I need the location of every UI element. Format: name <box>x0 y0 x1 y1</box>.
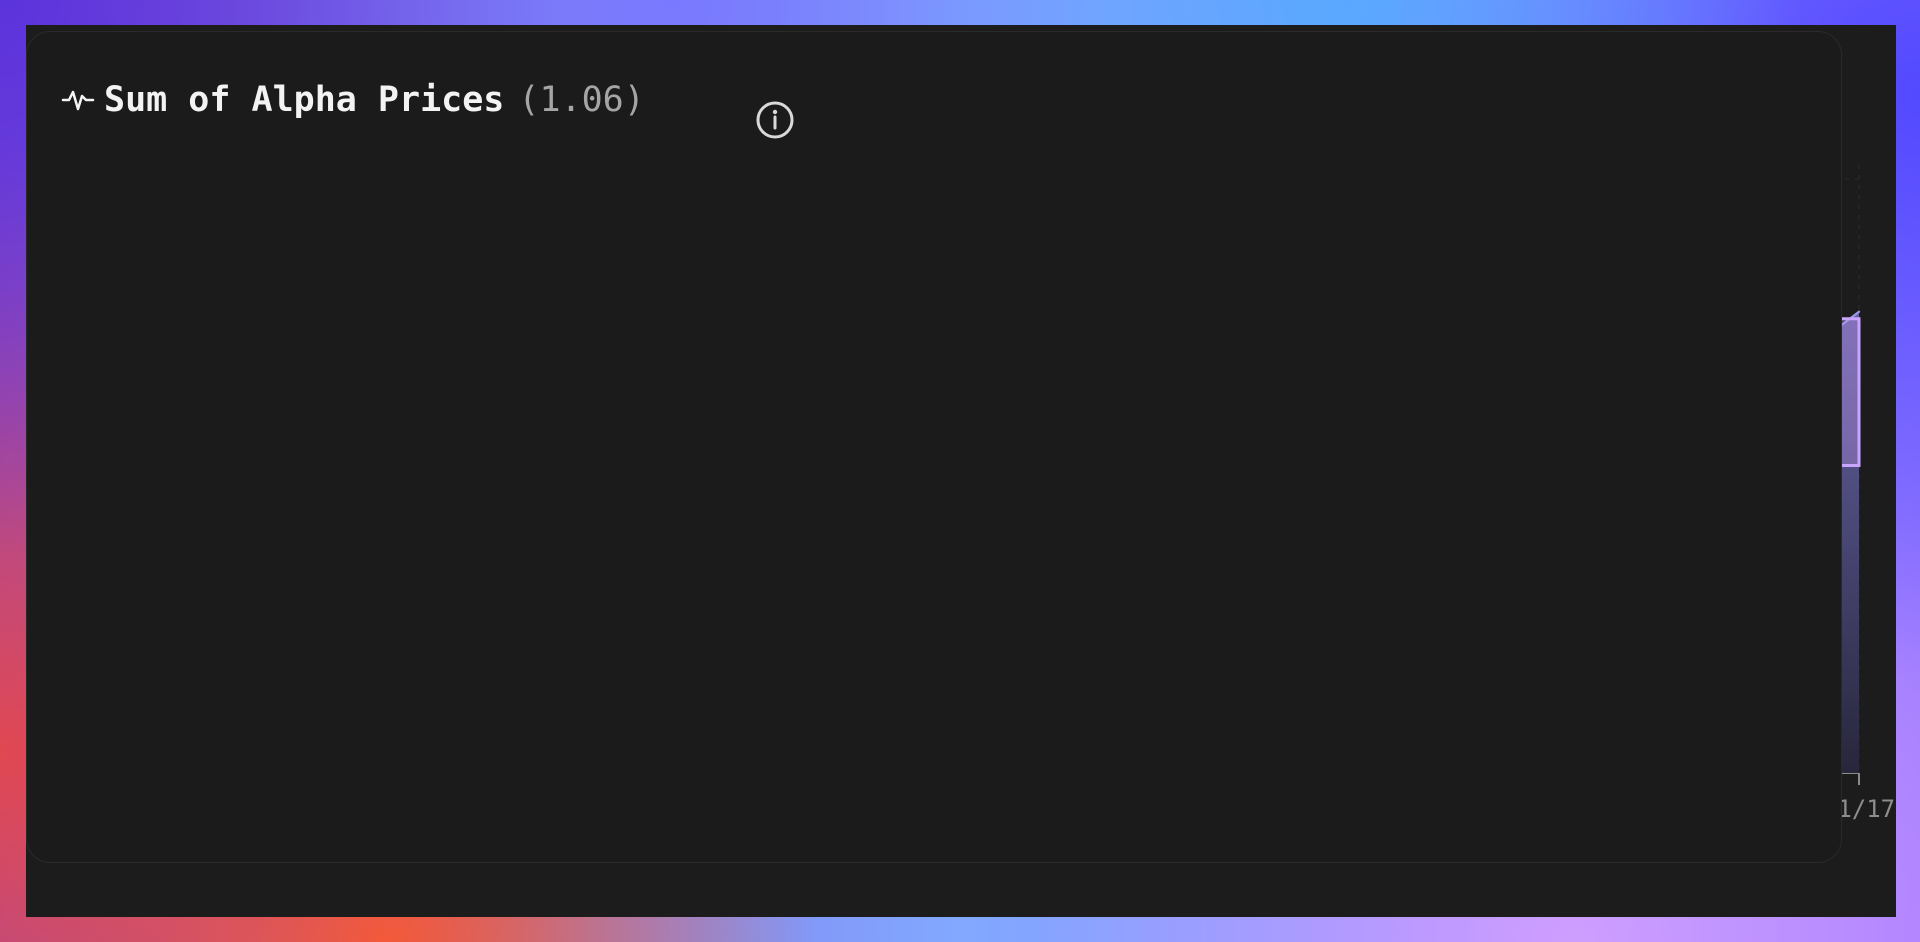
data-point <box>1857 310 1861 314</box>
activity-icon <box>60 82 96 118</box>
chart-title: Sum of Alpha Prices <box>104 79 505 120</box>
chart-value: (1.06) <box>518 79 645 120</box>
info-icon[interactable] <box>755 100 795 140</box>
chart-header: Sum of Alpha Prices (1.06) <box>60 71 645 129</box>
chart-card <box>26 31 1842 863</box>
